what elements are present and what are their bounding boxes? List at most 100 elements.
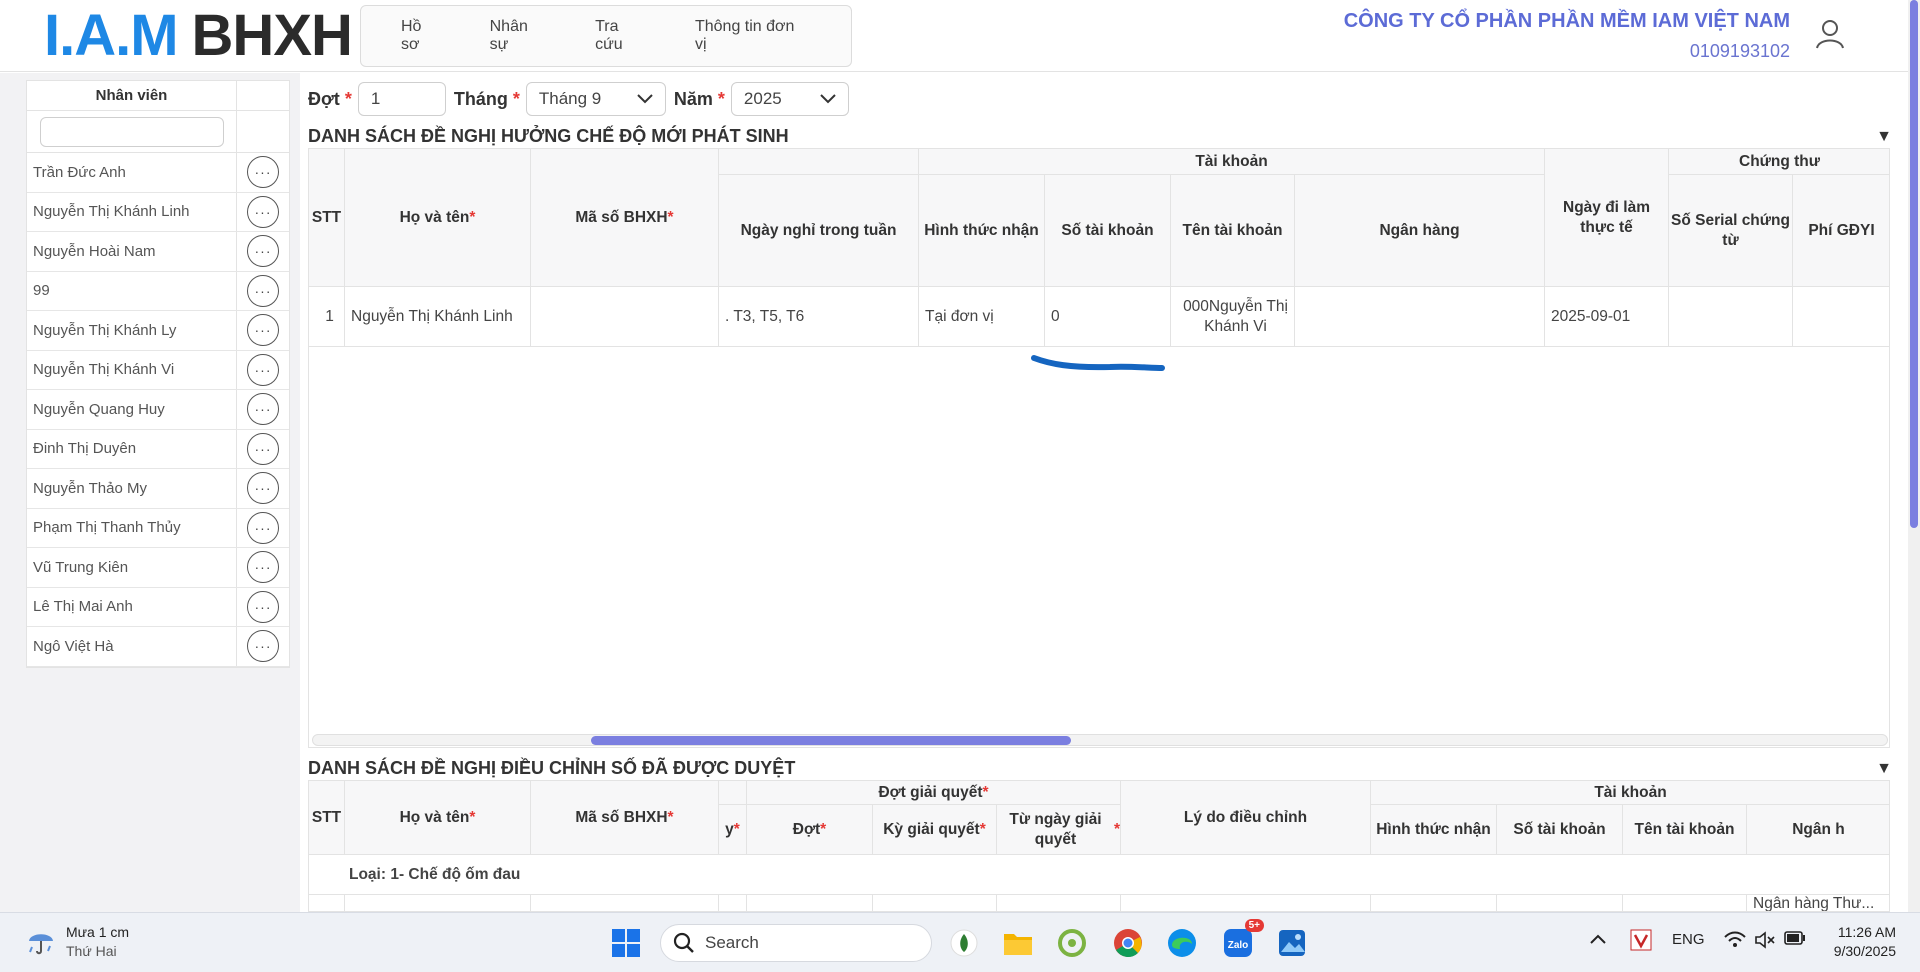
more-options-button[interactable]: ··· [247,511,279,544]
employee-row[interactable]: Lê Thị Mai Anh ··· [27,587,289,627]
employee-row[interactable]: Phạm Thị Thanh Thủy ··· [27,508,289,548]
employee-name[interactable]: Nguyễn Hoài Nam [27,232,237,271]
nav-tra-cuu[interactable]: Tra cứu [595,18,647,54]
windows-start-icon[interactable] [608,925,644,961]
chevron-up-icon[interactable] [1590,931,1606,948]
cell-ho-ten[interactable]: Nguyễn Thị Khánh Linh [345,287,531,347]
nam-select[interactable]: 2025 [730,82,849,116]
adjustment-row-cell[interactable] [873,895,997,911]
cell-hinh-thuc-nhan[interactable]: Tại đơn vị [919,287,1045,347]
file-explorer-icon[interactable] [1000,925,1036,961]
speaker-muted-icon[interactable] [1754,931,1776,953]
employee-name[interactable]: 99 [27,271,237,310]
adjustment-row-cell[interactable] [1497,895,1623,911]
adjustment-row-bank[interactable]: Ngân hàng Thư... [1747,895,1889,911]
header-so-tai-khoan-text: Số tài khoản [1513,820,1606,838]
header-tai-khoan-group-text: Tài khoản [1594,783,1667,801]
employee-name[interactable]: Nguyễn Thị Khánh Vi [27,350,237,389]
employee-row[interactable]: Nguyễn Thị Khánh Ly ··· [27,311,289,351]
adjustment-row-cell[interactable] [1371,895,1497,911]
adjustment-row-cell[interactable] [997,895,1121,911]
employee-name[interactable]: Phạm Thị Thanh Thủy [27,508,237,547]
battery-icon[interactable] [1784,931,1806,949]
employee-name[interactable]: Nguyễn Thị Khánh Linh [27,192,237,231]
cell-ten-tai-khoan[interactable]: 000Nguyễn Thị Khánh Vi [1171,287,1295,347]
more-options-button[interactable]: ··· [247,630,279,663]
adjustment-row-cell[interactable] [531,895,719,911]
header-ngan-hang-text: Ngân hàng [1379,221,1460,239]
user-account-icon[interactable] [1812,16,1848,52]
more-options-button[interactable]: ··· [247,195,279,228]
more-options-button[interactable]: ··· [247,156,279,189]
chrome-icon[interactable] [1110,925,1146,961]
employee-name[interactable]: Ngô Việt Hà [27,627,237,666]
collapse-section-adjustments-icon[interactable]: ▼ [1876,760,1892,778]
header-phi-gdyi: Phí GĐYI [1793,175,1889,287]
employee-row[interactable]: Nguyễn Thảo My ··· [27,469,289,509]
employee-name[interactable]: Lê Thị Mai Anh [27,587,237,626]
weather-widget[interactable]: Mưa 1 cm Thứ Hai [26,923,129,961]
nav-nhan-su[interactable]: Nhân sự [490,18,547,54]
adjustment-row-cell[interactable] [309,895,345,911]
header-ten-tai-khoan: Tên tài khoản [1171,175,1295,287]
cell-so-tai-khoan[interactable]: 0 [1045,287,1171,347]
employee-name[interactable]: Nguyễn Quang Huy [27,390,237,429]
employee-row[interactable]: Nguyễn Quang Huy ··· [27,390,289,430]
app-logo[interactable]: I.A.M BHXH [44,7,353,65]
cell-ngay-di-lam[interactable]: 2025-09-01 [1545,287,1669,347]
adjustment-row-cell[interactable] [719,895,747,911]
page-vertical-scrollbar[interactable] [1908,0,1920,912]
dot-input[interactable]: 1 [357,82,446,116]
more-options-button[interactable]: ··· [247,590,279,623]
more-options-button[interactable]: ··· [247,472,279,505]
page-scroll-thumb[interactable] [1910,0,1918,528]
antivirus-icon[interactable] [1630,929,1652,955]
more-options-button[interactable]: ··· [247,432,279,465]
employee-row[interactable]: Nguyễn Hoài Nam ··· [27,232,289,272]
more-options-button[interactable]: ··· [247,235,279,268]
more-options-button[interactable]: ··· [247,353,279,386]
employee-name[interactable]: Trần Đức Anh [27,153,237,192]
employee-name[interactable]: Nguyễn Thảo My [27,469,237,508]
employee-row[interactable]: Ngô Việt Hà ··· [27,627,289,667]
photos-icon[interactable] [1274,925,1310,961]
employee-name[interactable]: Nguyễn Thị Khánh Ly [27,311,237,350]
leaf-app-icon[interactable] [946,925,982,961]
cell-ma-so-bhxh[interactable] [531,287,719,347]
employee-row[interactable]: Đinh Thị Duyên ··· [27,429,289,469]
adjustment-row-cell[interactable] [345,895,531,911]
edge-icon[interactable] [1164,925,1200,961]
cell-ngan-hang[interactable] [1295,287,1545,347]
employee-search-input[interactable] [39,116,224,147]
employee-row[interactable]: Nguyễn Thị Khánh Linh ··· [27,192,289,232]
employee-row[interactable]: Vũ Trung Kiên ··· [27,548,289,588]
new-claims-scroll-thumb[interactable] [591,736,1071,745]
employee-row[interactable]: Nguyễn Thị Khánh Vi ··· [27,350,289,390]
thang-select[interactable]: Tháng 9 [525,82,666,116]
taskbar-search[interactable]: Search [660,924,932,962]
wifi-icon[interactable] [1724,931,1746,953]
nav-ho-so[interactable]: Hồ sơ [401,18,442,54]
collapse-section-new-claims-icon[interactable]: ▼ [1876,128,1892,146]
zalo-icon[interactable]: Zalo 5+ [1220,919,1264,961]
language-indicator[interactable]: ENG [1672,931,1705,948]
employee-name[interactable]: Đinh Thị Duyên [27,429,237,468]
adjustment-row-cell[interactable] [747,895,873,911]
cell-phi-gdyi[interactable] [1793,287,1889,347]
more-options-button[interactable]: ··· [247,393,279,426]
more-options-button[interactable]: ··· [247,274,279,307]
taskbar-clock[interactable]: 11:26 AM 9/30/2025 [1834,923,1896,961]
cell-so-serial[interactable] [1669,287,1793,347]
new-claims-horizontal-scrollbar[interactable] [312,734,1888,746]
employee-row[interactable]: 99 ··· [27,271,289,311]
nav-thong-tin-don-vi[interactable]: Thông tin đơn vị [695,18,803,54]
more-options-button[interactable]: ··· [247,314,279,347]
employee-row[interactable]: Trần Đức Anh ··· [27,153,289,193]
adjustment-row-cell[interactable] [1121,895,1371,911]
employee-list-panel: Nhân viên Trần Đức Anh ··· Nguyễn Thị Khán… [26,80,290,668]
adjustment-row-cell[interactable] [1623,895,1747,911]
employee-name[interactable]: Vũ Trung Kiên [27,548,237,587]
green-app-icon[interactable] [1054,925,1090,961]
more-options-button[interactable]: ··· [247,551,279,584]
cell-ngay-nghi[interactable]: . T3, T5, T6 [719,287,919,347]
